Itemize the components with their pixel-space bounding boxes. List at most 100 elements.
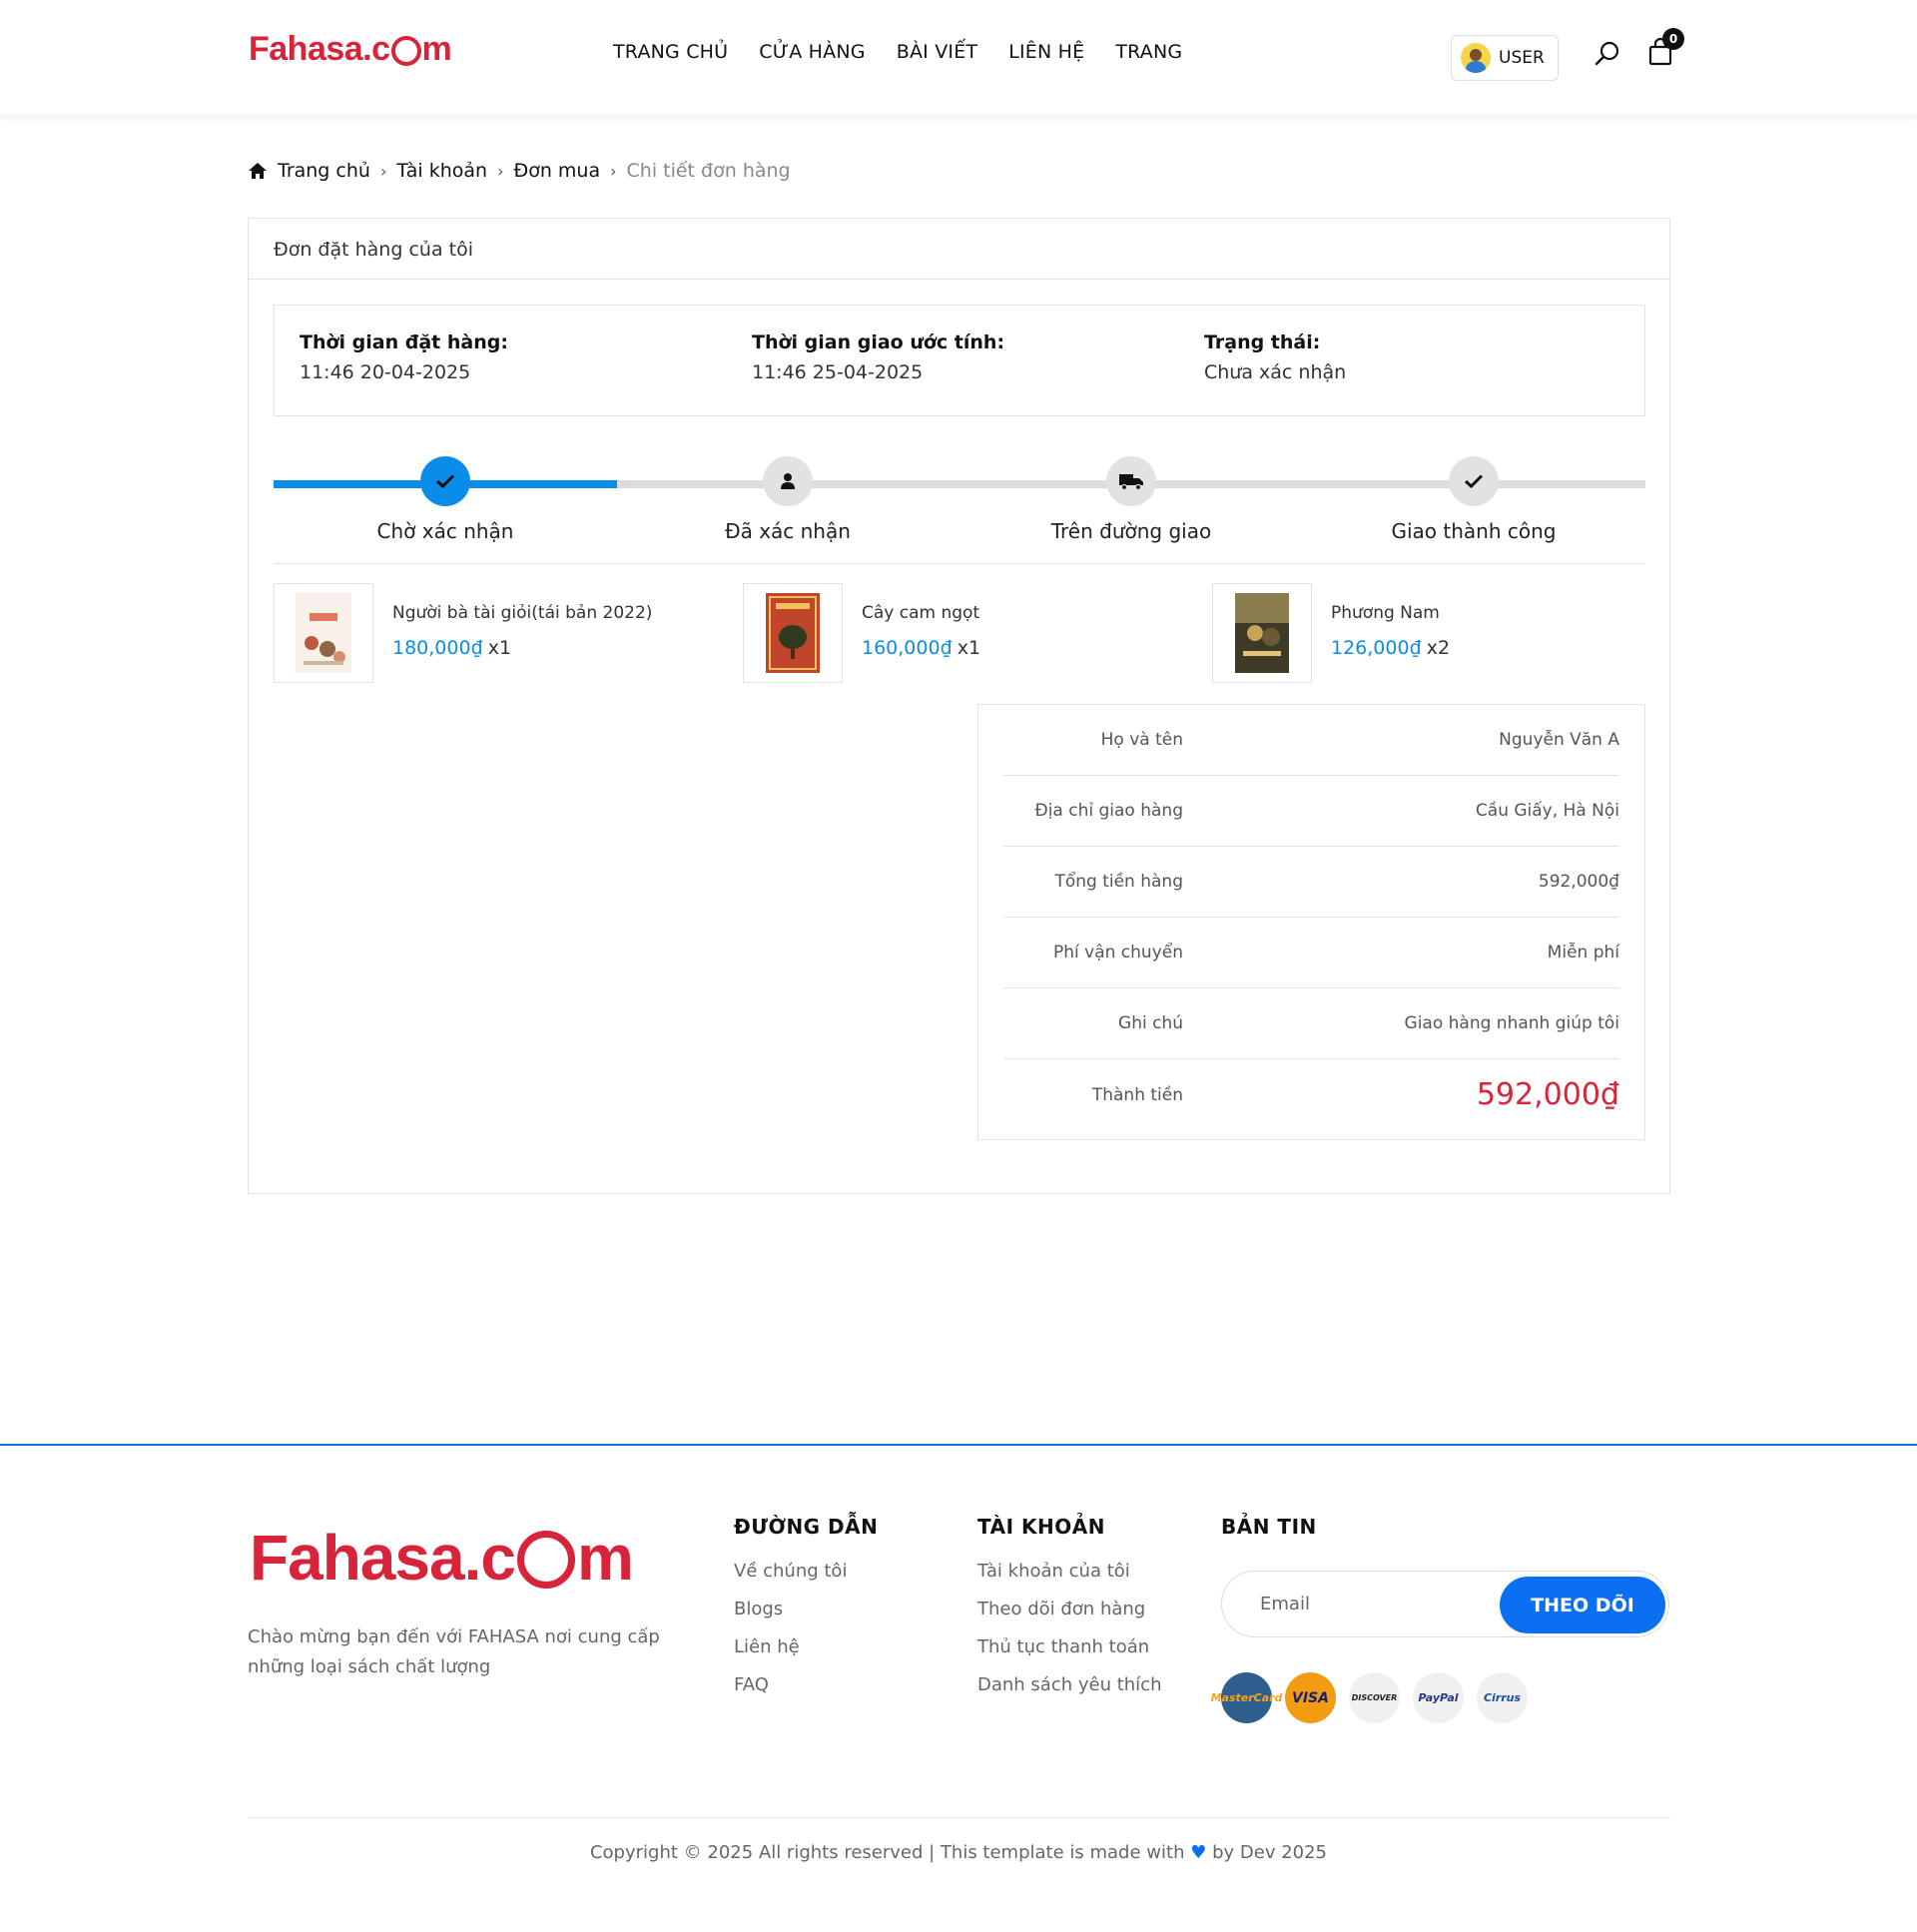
product-name[interactable]: Phương Nam: [1331, 603, 1450, 623]
subscribe-button[interactable]: THEO DÕI: [1500, 1577, 1665, 1633]
order-eta-label: Thời gian giao ước tính:: [752, 331, 1005, 353]
nav-home[interactable]: TRANG CHỦ: [613, 41, 728, 63]
footer-link-blogs[interactable]: Blogs: [734, 1599, 878, 1636]
summary-row-name: Họ và tên Nguyễn Văn A: [1003, 705, 1619, 776]
email-input[interactable]: Email: [1260, 1594, 1310, 1614]
product-qty: x2: [1426, 637, 1451, 659]
footer-account-title: TÀI KHOẢN: [977, 1515, 1105, 1539]
step-label: Giao thành công: [1391, 519, 1557, 543]
check-icon: [1464, 474, 1484, 489]
check-icon: [435, 474, 455, 489]
breadcrumb-account[interactable]: Tài khoản: [396, 160, 487, 182]
divider: [274, 563, 1645, 564]
footer-link-faq[interactable]: FAQ: [734, 1674, 878, 1712]
product-name[interactable]: Người bà tài giỏi(tái bản 2022): [392, 603, 652, 623]
product-price-line: 160,000₫ x1: [862, 637, 980, 659]
footer-link-track-order[interactable]: Theo dõi đơn hàng: [977, 1599, 1162, 1636]
copyright-divider: [248, 1817, 1670, 1818]
logo-text-right: m: [576, 1522, 634, 1594]
footer-link-my-account[interactable]: Tài khoản của tôi: [977, 1561, 1162, 1599]
order-detail-card: Đơn đặt hàng của tôi Thời gian đặt hàng:…: [248, 218, 1670, 1194]
order-summary-table: Họ và tên Nguyễn Văn A Địa chỉ giao hàng…: [977, 704, 1645, 1140]
footer-newsletter-title: BẢN TIN: [1221, 1515, 1317, 1539]
product-item[interactable]: Cây cam ngọt 160,000₫ x1: [743, 583, 980, 683]
product-price: 180,000₫: [392, 637, 483, 659]
product-thumbnail[interactable]: [1212, 583, 1312, 683]
footer-link-about[interactable]: Về chúng tôi: [734, 1561, 878, 1599]
logo-text-left: Fahasa.c: [250, 1522, 516, 1594]
user-icon: [781, 473, 795, 489]
summary-label: Phí vận chuyển: [1053, 943, 1183, 963]
order-total-value: 592,000₫: [1476, 1077, 1619, 1112]
mastercard-icon: MasterCard: [1211, 1672, 1282, 1723]
copyright-left: Copyright © 2025 All rights reserved | T…: [589, 1842, 1185, 1863]
search-icon[interactable]: [1595, 40, 1620, 66]
copyright-text: Copyright © 2025 All rights reserved | T…: [0, 1842, 1917, 1863]
breadcrumb-orders[interactable]: Đơn mua: [513, 160, 600, 182]
step-dot: [1106, 456, 1156, 506]
product-thumbnail[interactable]: [743, 583, 843, 683]
step-label: Chờ xác nhận: [376, 519, 514, 543]
footer-link-wishlist[interactable]: Danh sách yêu thích: [977, 1674, 1162, 1712]
summary-row-address: Địa chỉ giao hàng Cầu Giấy, Hà Nội: [1003, 776, 1619, 847]
footer-link-checkout[interactable]: Thủ tục thanh toán: [977, 1636, 1162, 1674]
product-price-line: 180,000₫ x1: [392, 637, 652, 659]
product-name[interactable]: Cây cam ngọt: [862, 603, 980, 623]
nav-blog[interactable]: BÀI VIẾT: [897, 41, 978, 63]
summary-value: Cầu Giấy, Hà Nội: [1475, 801, 1619, 821]
truck-icon: [1119, 474, 1143, 490]
order-eta-block: Thời gian giao ước tính: 11:46 25-04-202…: [752, 331, 1004, 383]
copyright-right: by Dev 2025: [1212, 1842, 1328, 1863]
payment-methods: MasterCard VISA DISCOVER PayPal Cirrus: [1211, 1672, 1528, 1723]
footer-account-column: TÀI KHOẢN Tài khoản của tôi Theo dõi đơn…: [977, 1515, 1162, 1712]
book-cover-image: [766, 593, 820, 673]
site-header: Fahasa.c m TRANG CHỦ CỬA HÀNG BÀI VIẾT LI…: [0, 0, 1917, 114]
nav-pages[interactable]: TRANG: [1115, 41, 1182, 63]
product-info: Người bà tài giỏi(tái bản 2022) 180,000₫…: [392, 583, 652, 683]
summary-row-subtotal: Tổng tiền hàng 592,000₫: [1003, 847, 1619, 918]
nav-shop[interactable]: CỬA HÀNG: [759, 41, 865, 63]
logo-face-icon: [516, 1531, 575, 1589]
product-thumbnail[interactable]: [274, 583, 373, 683]
summary-value: 592,000₫: [1538, 872, 1619, 892]
breadcrumb: Trang chủ › Tài khoản › Đơn mua › Chi ti…: [248, 160, 791, 182]
summary-label: Thành tiền: [1091, 1084, 1183, 1105]
order-status-value: Chưa xác nhận: [1204, 361, 1347, 383]
step-label: Đã xác nhận: [725, 519, 851, 543]
cart-count-badge: 0: [1662, 28, 1684, 50]
summary-value: Miễn phí: [1547, 943, 1619, 963]
home-icon[interactable]: [248, 162, 268, 180]
logo-text-right: m: [421, 30, 452, 68]
footer-links-column: ĐƯỜNG DẪN Về chúng tôi Blogs Liên hệ FAQ: [734, 1515, 878, 1712]
product-price: 160,000₫: [862, 637, 953, 659]
summary-label: Địa chỉ giao hàng: [1034, 801, 1183, 821]
product-item[interactable]: Phương Nam 126,000₫ x2: [1212, 583, 1450, 683]
visa-icon: VISA: [1285, 1672, 1336, 1723]
step-delivered: Giao thành công: [1324, 456, 1623, 543]
footer-divider: [0, 1444, 1917, 1446]
order-placed-value: 11:46 20-04-2025: [300, 361, 471, 383]
product-price-line: 126,000₫ x2: [1331, 637, 1450, 659]
order-placed-label: Thời gian đặt hàng:: [300, 331, 508, 353]
footer-link-contact[interactable]: Liên hệ: [734, 1636, 878, 1674]
step-dot: [1449, 456, 1499, 506]
nav-contact[interactable]: LIÊN HỆ: [1008, 41, 1084, 63]
product-info: Cây cam ngọt 160,000₫ x1: [862, 583, 980, 683]
chevron-right-icon: ›: [379, 161, 387, 181]
summary-row-note: Ghi chú Giao hàng nhanh giúp tôi: [1003, 988, 1619, 1059]
summary-row-shipping: Phí vận chuyển Miễn phí: [1003, 918, 1619, 988]
order-status-label: Trạng thái:: [1204, 331, 1321, 353]
footer-logo[interactable]: Fahasa.c m: [250, 1521, 634, 1595]
summary-value: Nguyễn Văn A: [1499, 730, 1619, 750]
cirrus-icon: Cirrus: [1477, 1672, 1528, 1723]
product-item[interactable]: Người bà tài giỏi(tái bản 2022) 180,000₫…: [274, 583, 652, 683]
step-dot: [420, 456, 470, 506]
order-placed-block: Thời gian đặt hàng: 11:46 20-04-2025: [300, 331, 508, 383]
user-menu-button[interactable]: USER: [1451, 35, 1559, 81]
site-logo[interactable]: Fahasa.c m: [249, 30, 452, 69]
breadcrumb-home[interactable]: Trang chủ: [278, 160, 370, 182]
paypal-icon: PayPal: [1413, 1672, 1464, 1723]
summary-value: Giao hàng nhanh giúp tôi: [1404, 1013, 1619, 1033]
avatar: [1461, 43, 1491, 73]
product-qty: x1: [957, 637, 981, 659]
